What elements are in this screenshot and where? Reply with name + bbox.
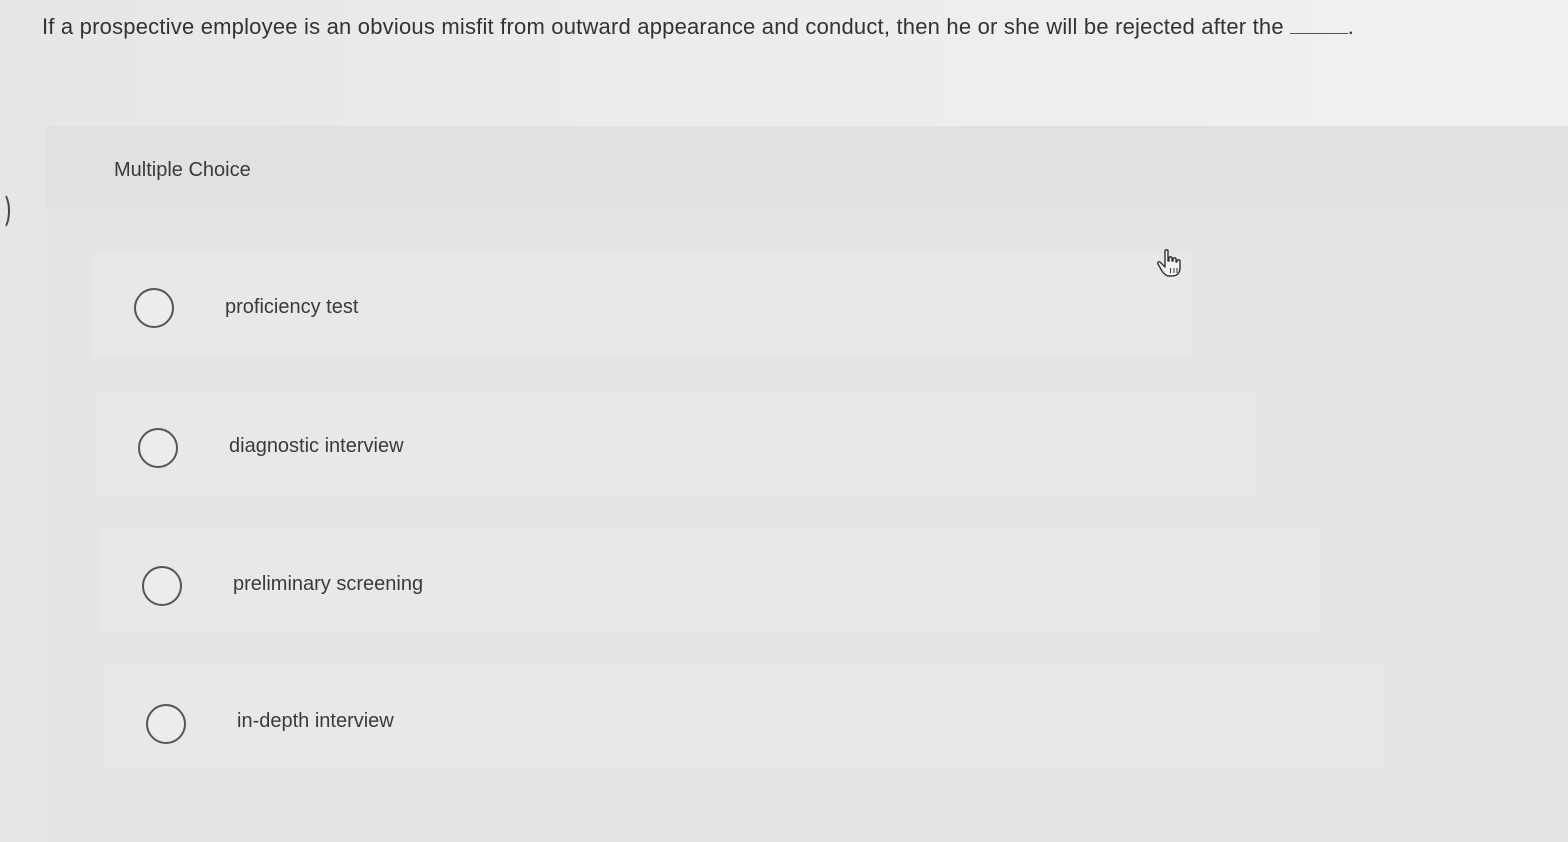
- radio-button-4[interactable]: [146, 704, 186, 744]
- option-row-2[interactable]: diagnostic interview: [96, 392, 1256, 496]
- question-text: If a prospective employee is an obvious …: [42, 14, 1284, 39]
- answer-panel: Multiple Choice proficiency test diagnos…: [46, 126, 1568, 842]
- quiz-page: If a prospective employee is an obvious …: [0, 0, 1568, 842]
- option-label-2[interactable]: diagnostic interview: [229, 435, 404, 458]
- option-row-3[interactable]: preliminary screening: [100, 528, 1320, 632]
- option-row-4[interactable]: in-depth interview: [104, 664, 1384, 768]
- answer-blank: [1289, 33, 1348, 34]
- option-label-4[interactable]: in-depth interview: [237, 710, 394, 733]
- radio-button-2[interactable]: [138, 428, 178, 468]
- option-row-1[interactable]: proficiency test: [92, 254, 1192, 358]
- multiple-choice-label: Multiple Choice: [114, 159, 251, 181]
- option-label-1[interactable]: proficiency test: [225, 296, 358, 319]
- radio-button-3[interactable]: [142, 566, 182, 606]
- hand-pointer-icon: [1157, 249, 1181, 277]
- question-terminal: .: [1347, 14, 1355, 39]
- edge-bracket-icon: [0, 192, 10, 230]
- panel-header: Multiple Choice: [46, 126, 1568, 208]
- option-label-3[interactable]: preliminary screening: [233, 573, 423, 596]
- radio-button-1[interactable]: [134, 288, 174, 328]
- question-prompt: If a prospective employee is an obvious …: [42, 14, 1354, 40]
